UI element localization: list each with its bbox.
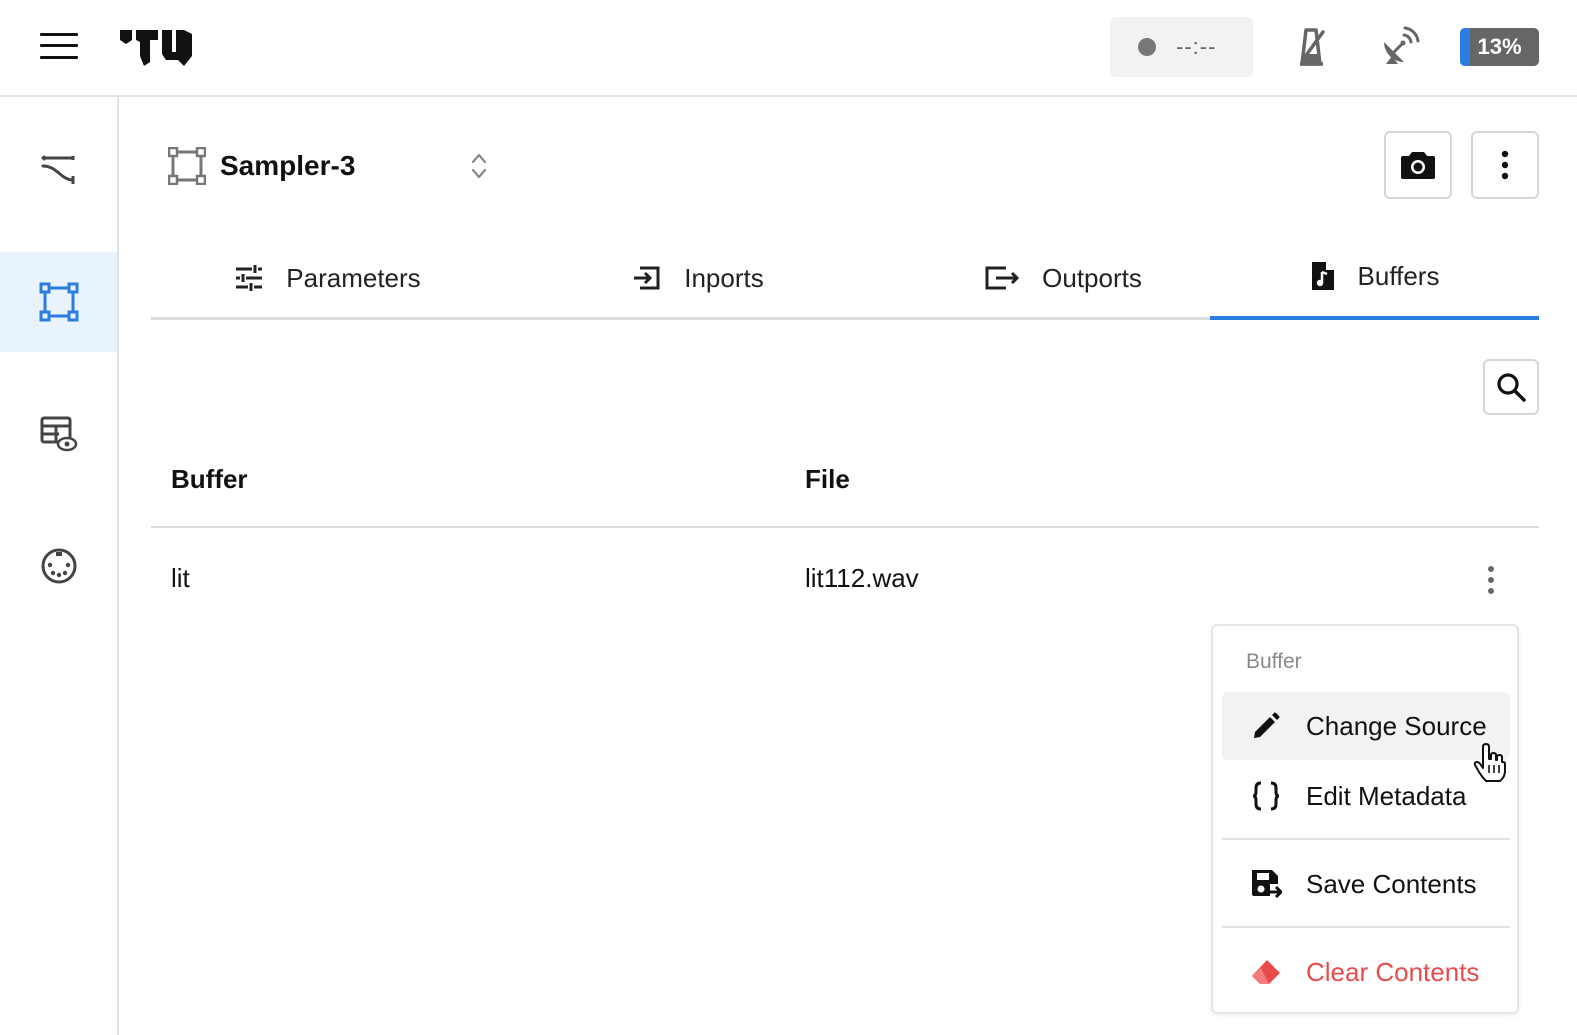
menu-icon[interactable] bbox=[40, 30, 78, 62]
row-more-button[interactable] bbox=[1478, 560, 1504, 600]
graph-icon bbox=[40, 155, 74, 184]
dot bbox=[1488, 577, 1494, 583]
sidebar-item-devices[interactable] bbox=[0, 252, 117, 352]
search-button[interactable] bbox=[1483, 359, 1539, 415]
menu-title: Buffer bbox=[1246, 650, 1302, 673]
tab-buffers[interactable]: Buffers bbox=[1210, 236, 1539, 320]
eraser-icon bbox=[1246, 957, 1286, 987]
sidebar-item-midi[interactable] bbox=[0, 516, 117, 616]
rnbo-logo bbox=[120, 30, 192, 66]
top-bar: --:-- 13% bbox=[0, 0, 1577, 97]
midi-port-icon bbox=[41, 548, 76, 584]
buffer-name-cell: lit bbox=[171, 563, 190, 593]
pencil-icon bbox=[1246, 711, 1286, 741]
menu-divider bbox=[1222, 926, 1510, 928]
device-tabs: Parameters Inports Outports Buffers bbox=[151, 236, 1539, 320]
device-more-button[interactable] bbox=[1471, 131, 1539, 199]
dot bbox=[1488, 566, 1494, 572]
more-vertical-icon bbox=[1501, 150, 1509, 180]
menu-item-clear-contents[interactable]: Clear Contents bbox=[1222, 938, 1510, 1006]
braces-icon bbox=[1246, 780, 1286, 812]
cpu-load-label: 13% bbox=[1477, 34, 1522, 59]
save-icon bbox=[1246, 868, 1286, 900]
tab-outports[interactable]: Outports bbox=[903, 236, 1223, 320]
transport-status[interactable]: --:-- bbox=[1110, 17, 1253, 77]
tab-label: Buffers bbox=[1357, 260, 1440, 291]
table-eye-icon bbox=[40, 416, 77, 452]
table-divider bbox=[151, 526, 1539, 528]
menu-item-edit-metadata[interactable]: Edit Metadata bbox=[1222, 762, 1510, 830]
tab-label: Outports bbox=[1042, 262, 1142, 293]
sliders-icon bbox=[234, 263, 264, 293]
menu-item-label: Change Source bbox=[1306, 710, 1487, 741]
device-icon bbox=[39, 282, 78, 322]
metronome-icon[interactable] bbox=[1290, 24, 1334, 70]
chevron-up-down-icon[interactable] bbox=[468, 150, 490, 182]
tab-inports[interactable]: Inports bbox=[543, 236, 853, 320]
satellite-dish-icon[interactable] bbox=[1378, 24, 1422, 70]
login-icon bbox=[632, 263, 662, 293]
menu-divider bbox=[1222, 838, 1510, 840]
menu-item-change-source[interactable]: Change Source bbox=[1222, 692, 1510, 760]
column-header-file: File bbox=[805, 464, 850, 494]
cpu-load-badge[interactable]: 13% bbox=[1460, 28, 1539, 66]
transport-time: --:-- bbox=[1176, 34, 1217, 59]
column-header-buffer: Buffer bbox=[171, 464, 248, 494]
device-name: Sampler-3 bbox=[220, 150, 356, 181]
file-music-icon bbox=[1310, 260, 1336, 292]
tab-parameters[interactable]: Parameters bbox=[151, 236, 504, 320]
device-icon bbox=[168, 147, 206, 185]
menu-item-label: Clear Contents bbox=[1306, 956, 1480, 987]
tab-label: Parameters bbox=[286, 262, 421, 293]
logout-icon bbox=[984, 263, 1020, 293]
tab-label: Inports bbox=[684, 262, 764, 293]
camera-icon bbox=[1401, 152, 1435, 179]
menu-item-label: Save Contents bbox=[1306, 868, 1477, 899]
buffer-context-menu: Buffer Change Source Edit Metadata Save … bbox=[1211, 624, 1519, 1014]
record-dot bbox=[1138, 38, 1156, 56]
menu-item-label: Edit Metadata bbox=[1306, 780, 1467, 811]
buffer-file-cell: lit112.wav bbox=[805, 563, 919, 593]
dot bbox=[1488, 588, 1494, 594]
menu-item-save-contents[interactable]: Save Contents bbox=[1222, 850, 1510, 918]
snapshot-button[interactable] bbox=[1384, 131, 1452, 199]
sidebar-item-instance-view[interactable] bbox=[0, 384, 117, 484]
sidebar bbox=[0, 97, 119, 1035]
sidebar-item-graph[interactable] bbox=[0, 120, 117, 220]
search-icon bbox=[1497, 373, 1526, 402]
